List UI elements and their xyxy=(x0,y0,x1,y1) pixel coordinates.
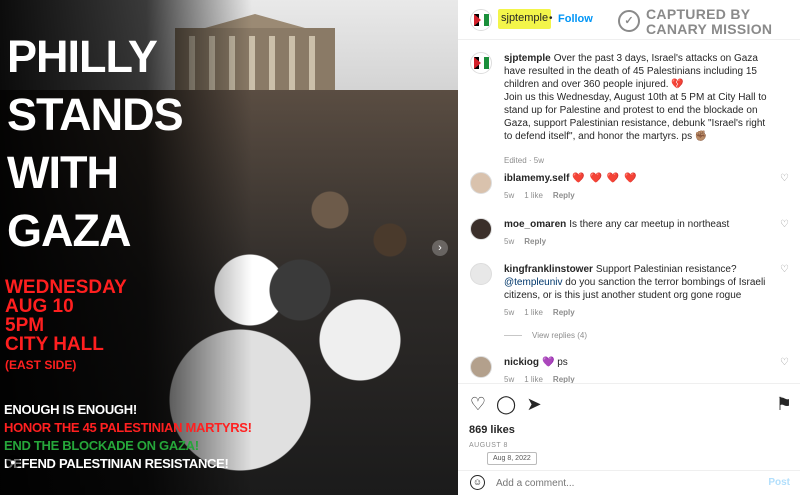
poster-slogan: END THE BLOCKADE ON GAZA! xyxy=(4,438,199,453)
reply-button[interactable]: Reply xyxy=(524,237,546,246)
carousel-next-icon[interactable]: › xyxy=(432,240,448,256)
view-replies-button[interactable]: View replies (4) xyxy=(504,331,587,340)
poster-slogan: DEFEND PALESTINIAN RESISTANCE! xyxy=(4,456,229,471)
bookmark-icon[interactable]: ⚑ xyxy=(774,394,794,414)
post-header: sjptemple • Follow ✓ CAPTURED BY CANARY … xyxy=(458,0,800,40)
comment-body: Is there any car meetup in northeast xyxy=(569,219,730,230)
comments-list[interactable]: sjptemple Over the past 3 days, Israel's … xyxy=(458,41,800,383)
caption-username[interactable]: sjptemple xyxy=(504,53,551,64)
comment-body: 💜 ps xyxy=(542,357,568,368)
poster-event-location-note: (EAST SIDE) xyxy=(5,358,77,372)
post-button[interactable]: Post xyxy=(768,477,790,488)
comment-body: Support Palestinian resistance? xyxy=(595,264,737,275)
comment-meta: 5w 1 like Reply xyxy=(504,191,575,200)
comment-text: iblamemy.self ❤️ ❤️ ❤️ ❤️ xyxy=(504,172,769,185)
like-comment-icon[interactable]: ♡ xyxy=(780,174,790,184)
comment-body: ❤️ ❤️ ❤️ ❤️ xyxy=(572,173,638,184)
comment-time: 5w xyxy=(504,308,515,317)
comment-likes[interactable]: 1 like xyxy=(524,375,543,383)
comment-time: 5w xyxy=(504,375,515,383)
watermark-text: CAPTURED BY CANARY MISSION xyxy=(646,6,773,37)
comment-meta: 5w 1 like Reply xyxy=(504,308,575,317)
share-icon[interactable]: ➤ xyxy=(524,394,544,414)
flag-triangle xyxy=(474,57,481,69)
comment-username[interactable]: iblamemy.self xyxy=(504,173,569,184)
comment-time: 5w xyxy=(504,191,515,200)
post-actions: ♡ ◯ ➤ ⚑ 869 likes AUGUST 8 Aug 8, 2022 ☺… xyxy=(458,383,800,495)
follow-button[interactable]: Follow xyxy=(558,13,593,25)
date-tooltip: Aug 8, 2022 xyxy=(487,452,537,465)
canary-mission-watermark: ✓ CAPTURED BY CANARY MISSION xyxy=(618,7,798,37)
avatar[interactable] xyxy=(470,172,492,194)
avatar[interactable] xyxy=(470,218,492,240)
comment-meta: 5w 1 like Reply xyxy=(504,375,575,383)
likes-count[interactable]: 869 likes xyxy=(469,424,515,436)
comment-meta: 5w Reply xyxy=(504,237,546,246)
mention-link[interactable]: @templeuniv xyxy=(504,277,563,288)
poster-headline: PHILLY STANDS WITH GAZA xyxy=(7,31,184,256)
avatar[interactable] xyxy=(470,263,492,285)
post-date[interactable]: AUGUST 8 xyxy=(469,442,508,449)
replies-divider xyxy=(504,335,522,337)
like-comment-icon[interactable]: ♡ xyxy=(780,220,790,230)
poster-event-details: WEDNESDAY AUG 10 5PM CITY HALL xyxy=(5,277,127,355)
comment-username[interactable]: moe_omaren xyxy=(504,219,566,230)
heart-icon[interactable]: ♡ xyxy=(468,394,488,414)
reply-button[interactable]: Reply xyxy=(553,375,575,383)
like-comment-icon[interactable]: ♡ xyxy=(780,358,790,368)
emoji-icon[interactable]: ☺ xyxy=(470,475,485,490)
flag-triangle xyxy=(474,14,481,26)
canary-logo-icon: ✓ xyxy=(618,10,640,32)
like-comment-icon[interactable]: ♡ xyxy=(780,265,790,275)
poster-slogan: ENOUGH IS ENOUGH! xyxy=(4,402,137,417)
view-replies-label: View replies (4) xyxy=(532,331,587,340)
comment-likes[interactable]: 1 like xyxy=(524,308,543,317)
comment-text: nickiog 💜 ps xyxy=(504,356,769,369)
header-username[interactable]: sjptemple xyxy=(498,9,552,29)
user-tags-icon[interactable]: ● xyxy=(6,455,20,469)
add-comment-bar: ☺ Post xyxy=(458,470,800,495)
caption-meta: Edited · 5w xyxy=(504,156,545,165)
avatar[interactable] xyxy=(470,52,492,74)
reply-button[interactable]: Reply xyxy=(553,308,575,317)
separator-dot: • xyxy=(549,13,553,24)
comment-text: moe_omaren Is there any car meetup in nor… xyxy=(504,218,769,231)
post-image[interactable]: PHILLY STANDS WITH GAZA WEDNESDAY AUG 10… xyxy=(0,0,458,495)
comment-username[interactable]: kingfranklinstower xyxy=(504,264,593,275)
caption-text: sjptemple Over the past 3 days, Israel's … xyxy=(504,52,769,143)
avatar[interactable] xyxy=(470,9,492,31)
comment-input[interactable] xyxy=(496,475,736,491)
comment-icon[interactable]: ◯ xyxy=(496,394,516,414)
comment-text: kingfranklinstower Support Palestinian re… xyxy=(504,263,769,302)
comment-likes[interactable]: 1 like xyxy=(524,191,543,200)
caption-body: Over the past 3 days, Israel's attacks o… xyxy=(504,53,767,142)
post-details-panel: sjptemple • Follow ✓ CAPTURED BY CANARY … xyxy=(458,0,800,495)
poster-slogan: HONOR THE 45 PALESTINIAN MARTYRS! xyxy=(4,420,252,435)
avatar[interactable] xyxy=(470,356,492,378)
reply-button[interactable]: Reply xyxy=(553,191,575,200)
comment-username[interactable]: nickiog xyxy=(504,357,539,368)
comment-time: 5w xyxy=(504,237,515,246)
